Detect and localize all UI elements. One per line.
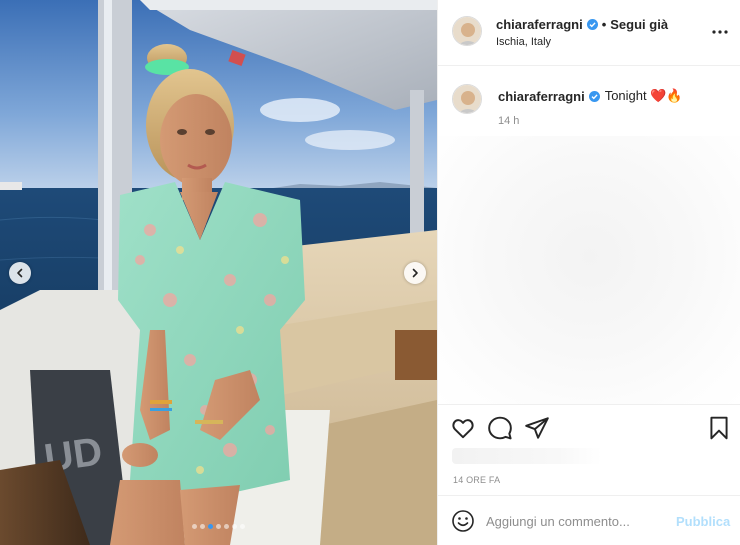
comment-icon[interactable] (487, 415, 513, 441)
heart-icon[interactable] (450, 415, 476, 441)
carousel-next-button[interactable] (404, 262, 426, 284)
post-header: chiaraferragni • Segui già Ischia, Italy (438, 0, 740, 66)
post-caption: chiaraferragni Tonight ❤️🔥 14 h (438, 66, 740, 136)
send-icon[interactable] (524, 415, 550, 441)
carousel-prev-button[interactable] (9, 262, 31, 284)
avatar[interactable] (452, 84, 482, 114)
chevron-right-icon (412, 268, 418, 278)
following-button[interactable]: Segui già (610, 17, 668, 32)
caption-text-row: chiaraferragni Tonight ❤️🔥 (498, 88, 683, 104)
caption-username-link[interactable]: chiaraferragni (498, 89, 585, 104)
separator-dot: • (601, 17, 607, 32)
blurred-comments (438, 136, 740, 404)
avatar[interactable] (452, 16, 482, 46)
username-link[interactable]: chiaraferragni (496, 17, 583, 32)
publish-button[interactable]: Pubblica (676, 514, 730, 529)
verified-badge-icon (586, 19, 598, 30)
post-media-carousel[interactable]: UD (0, 0, 437, 545)
carousel-dot (192, 524, 197, 529)
carousel-indicator (0, 524, 437, 529)
post-timestamp: 14 ORE FA (453, 475, 501, 485)
post-actions (438, 404, 740, 450)
more-options-icon[interactable] (711, 23, 729, 41)
carousel-dot (216, 524, 221, 529)
smiley-icon[interactable] (451, 509, 475, 533)
blurred-likes (452, 448, 602, 464)
add-comment-form: Pubblica (438, 495, 740, 545)
caption-text: Tonight ❤️🔥 (604, 88, 683, 103)
post-details-panel: chiaraferragni • Segui già Ischia, Italy (437, 0, 740, 545)
carousel-dot (200, 524, 205, 529)
location-link[interactable]: Ischia, Italy (496, 36, 551, 48)
carousel-dot-active (208, 524, 213, 529)
chevron-left-icon (17, 268, 23, 278)
caption-time: 14 h (498, 115, 520, 127)
carousel-dot (240, 524, 245, 529)
post-author: chiaraferragni • Segui già (496, 17, 668, 32)
post-photo: UD (0, 0, 437, 545)
instagram-post-dialog: UD chiaraferragni • Segui già Ischia, It… (0, 0, 740, 545)
comment-input[interactable] (486, 510, 666, 532)
bookmark-icon[interactable] (706, 415, 732, 441)
verified-badge-icon (588, 90, 600, 102)
carousel-dot (232, 524, 237, 529)
carousel-dot (224, 524, 229, 529)
